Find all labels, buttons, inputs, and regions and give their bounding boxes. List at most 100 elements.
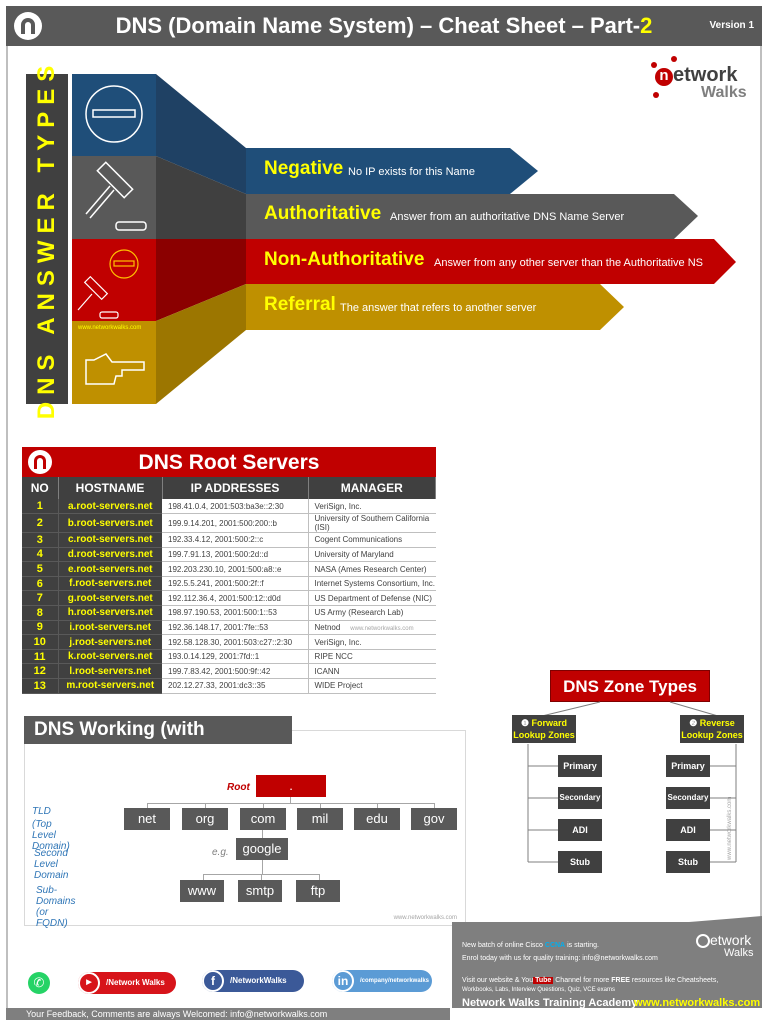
- manager-cell: Netnod www.networkwalks.com: [308, 620, 436, 636]
- tld-node: org: [182, 808, 228, 830]
- forward-label: Forward: [531, 718, 568, 728]
- promo-line-1: New batch of online Cisco CCNA is starti…: [462, 942, 599, 949]
- tld-node: net: [124, 808, 170, 830]
- hostname-cell: g.root-servers.net: [57, 590, 162, 607]
- ip-address-cell: 198.41.0.4, 2001:503:ba3e::2:30: [162, 499, 309, 515]
- column-header-manager: MANAGER: [308, 477, 436, 499]
- manager-cell: Cogent Communications: [308, 532, 436, 548]
- tree-line: [147, 803, 434, 804]
- page-header: DNS (Domain Name System) – Cheat Sheet –…: [6, 6, 762, 46]
- footer-networkwalks-logo: etwork Walks: [696, 932, 756, 962]
- column-header-ip: IP ADDRESSES: [162, 477, 309, 499]
- hostname-cell: f.root-servers.net: [57, 576, 162, 592]
- hostname-cell: a.root-servers.net: [57, 499, 162, 515]
- tld-node: com: [240, 808, 286, 830]
- sub-domain-node: www: [180, 880, 224, 902]
- row-number: 9: [22, 620, 58, 636]
- ip-address-cell: 192.5.5.241, 2001:500:2f::f: [162, 576, 309, 592]
- reverse-label-sub: Lookup Zones: [681, 730, 743, 740]
- linkedin-social-link[interactable]: in /company/networkwalks: [332, 970, 432, 992]
- manager-cell: RIPE NCC: [308, 649, 436, 665]
- row-number: 11: [22, 649, 58, 665]
- table-row: 10 j.root-servers.net 192.58.128.30, 2001:…: [22, 634, 436, 650]
- row-number: 5: [22, 561, 58, 577]
- non-authoritative-description: Answer from any other server than the Au…: [434, 257, 704, 269]
- table-header-row: NO HOSTNAME IP ADDRESSES MANAGER: [22, 477, 436, 499]
- table-row: 6 f.root-servers.net 192.5.5.241, 2001:500…: [22, 576, 436, 592]
- linkedin-icon: in: [332, 970, 354, 992]
- row-number: 10: [22, 634, 58, 650]
- ip-address-cell: 192.33.4.12, 2001:500:2::c: [162, 532, 309, 548]
- hostname-cell: k.root-servers.net: [57, 649, 162, 665]
- root-servers-table: NO HOSTNAME IP ADDRESSES MANAGER 1 a.root…: [22, 477, 436, 694]
- ip-address-cell: 192.112.36.4, 2001:500:12::d0d: [162, 590, 309, 607]
- ip-address-cell: 193.0.14.129, 2001:7fd::1: [162, 649, 309, 665]
- logo-word: etwork: [710, 932, 752, 948]
- tld-node: gov: [411, 808, 457, 830]
- referral-description: The answer that refers to another server: [340, 302, 537, 314]
- ip-address-cell: 192.36.148.17, 2001:7fe::53: [162, 620, 309, 636]
- manager-cell: VeriSign, Inc.: [308, 499, 436, 515]
- networkwalks-logo-icon: [28, 450, 52, 474]
- row-number: 1: [22, 499, 58, 515]
- reverse-zone-secondary: Secondary: [666, 787, 710, 809]
- reverse-lookup-zones: ❷ Reverse Lookup Zones: [680, 715, 744, 743]
- answer-types-diagram: www.networkwalks.com: [72, 74, 736, 404]
- referral-title: Referral: [264, 294, 336, 315]
- whatsapp-icon[interactable]: ✆: [28, 972, 50, 994]
- manager-cell: US Army (Research Lab): [308, 605, 436, 621]
- logo-n-circle: [696, 934, 710, 948]
- hostname-cell: c.root-servers.net: [57, 532, 162, 548]
- facebook-social-link[interactable]: f /NetworkWalks: [202, 970, 304, 992]
- row-number: 2: [22, 513, 58, 534]
- answer-types-title-text: DNS ANSWER TYPES: [33, 58, 60, 420]
- table-row: 12 l.root-servers.net 199.7.83.42, 2001:50…: [22, 663, 436, 680]
- youtube-icon: ▶: [78, 972, 100, 994]
- second-level-domain-node: google: [236, 838, 288, 860]
- forward-zone-stub: Stub: [558, 851, 602, 873]
- reverse-zone-primary: Primary: [666, 755, 710, 777]
- forward-zone-adi: ADI: [558, 819, 602, 841]
- table-row: 11 k.root-servers.net 193.0.14.129, 2001:7…: [22, 649, 436, 665]
- youtube-label: /Network Walks: [106, 978, 165, 987]
- linkedin-label: /company/networkwalks: [360, 978, 430, 984]
- table-row: 8 h.root-servers.net 198.97.190.53, 2001:5…: [22, 605, 436, 621]
- version-label: Version 1: [709, 20, 754, 31]
- dns-working-title: DNS Working (with example): [24, 716, 292, 768]
- footer-promo-panel: New batch of online Cisco CCNA is starti…: [452, 922, 762, 1009]
- ip-address-cell: 192.58.128.30, 2001:503:c27::2:30: [162, 634, 309, 650]
- table-row: 13 m.root-servers.net 202.12.27.33, 2001:d…: [22, 678, 436, 694]
- title-text: DNS (Domain Name System) – Cheat Sheet –…: [115, 13, 641, 38]
- academy-name: Network Walks Training Academy: [462, 997, 638, 1009]
- row-number: 4: [22, 547, 58, 563]
- manager-cell: University of Southern California (ISI): [308, 513, 436, 534]
- promo-line-2: Enrol today with us for quality training…: [462, 955, 658, 962]
- hostname-cell: h.root-servers.net: [57, 605, 162, 621]
- tree-line: [262, 860, 263, 874]
- answer-types-title: DNS ANSWER TYPES: [26, 59, 68, 419]
- tree-line: [204, 874, 320, 875]
- hostname-cell: b.root-servers.net: [57, 513, 162, 534]
- forward-number-icon: ❶: [520, 718, 530, 728]
- ccna-highlight: CCNA: [544, 942, 566, 949]
- hostname-cell: l.root-servers.net: [57, 663, 162, 680]
- table-row: 5 e.root-servers.net 192.203.230.10, 2001:…: [22, 561, 436, 577]
- authoritative-description: Answer from an authoritative DNS Name Se…: [390, 211, 625, 223]
- forward-label-sub: Lookup Zones: [513, 730, 575, 740]
- zone-types-title: DNS Zone Types: [550, 670, 710, 702]
- root-node: .: [256, 775, 326, 797]
- row-number: 8: [22, 605, 58, 621]
- tree-line: [262, 830, 263, 838]
- authoritative-icon-block: [72, 156, 156, 239]
- promo-line-4: Workbooks, Labs, Interview Questions, Qu…: [462, 987, 615, 993]
- answer-types-watermark: www.networkwalks.com: [77, 325, 141, 331]
- hostname-cell: i.root-servers.net: [57, 620, 162, 636]
- manager-cell: WIDE Project: [308, 678, 436, 694]
- root-servers-watermark: www.networkwalks.com: [350, 625, 414, 632]
- zone-types-watermark: www.networkwalks.com: [727, 796, 733, 860]
- row-number: 12: [22, 663, 58, 680]
- forward-zone-secondary: Secondary: [558, 787, 602, 809]
- youtube-social-link[interactable]: ▶ /Network Walks: [78, 972, 176, 994]
- ip-address-cell: 192.203.230.10, 2001:500:a8::e: [162, 561, 309, 577]
- website-link[interactable]: www.networkwalks.com: [634, 997, 760, 1009]
